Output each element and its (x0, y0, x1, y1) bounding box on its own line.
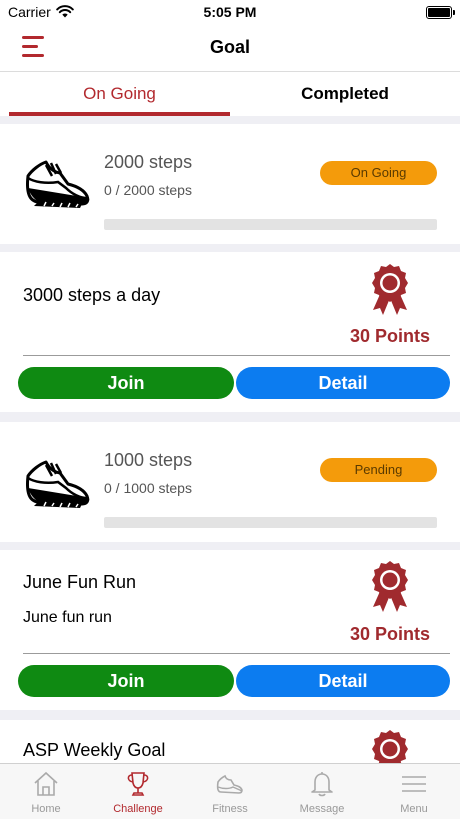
tab-completed[interactable]: Completed (230, 72, 460, 116)
active-tab-indicator (9, 112, 230, 116)
menu-icon (402, 776, 426, 792)
goal-progress-text: 0 / 2000 steps (104, 182, 192, 198)
tab-on-going[interactable]: On Going (9, 72, 230, 116)
challenge-card: 3000 steps a day 30 Points Join Detail (0, 252, 460, 412)
tab-fitness[interactable]: Fitness (184, 764, 276, 819)
tab-challenge[interactable]: Challenge (92, 764, 184, 819)
bottom-tab-bar: Home Challenge Fitness Message Menu (0, 763, 460, 819)
goal-card[interactable]: 2000 steps 0 / 2000 steps On Going (0, 124, 460, 244)
points-label: 30 Points (349, 624, 431, 644)
goal-title: 1000 steps (104, 450, 193, 470)
goal-progress-text: 0 / 1000 steps (104, 480, 192, 496)
award-ribbon-icon (372, 561, 408, 612)
tab-label: Message (299, 803, 345, 815)
page-title: Goal (209, 37, 250, 57)
trophy-icon (127, 772, 149, 796)
divider (23, 355, 450, 356)
challenge-name: ASP Weekly Goal (23, 740, 166, 760)
tab-label: Home (31, 803, 61, 815)
tab-menu[interactable]: Menu (368, 764, 460, 819)
running-shoe-icon (26, 160, 90, 208)
points-label: 30 Points (349, 326, 431, 346)
battery-icon (426, 6, 455, 19)
goal-title: 2000 steps (104, 152, 193, 172)
tab-message[interactable]: Message (276, 764, 368, 819)
status-badge: Pending (320, 458, 437, 482)
tab-label: Menu (400, 803, 428, 815)
shoe-icon (216, 774, 243, 794)
join-button[interactable]: Join (18, 665, 234, 697)
award-ribbon-icon (372, 730, 408, 763)
segment-tabs: On Going Completed (0, 72, 460, 116)
nav-bar: Goal (0, 24, 460, 72)
detail-button[interactable]: Detail (236, 665, 450, 697)
join-button[interactable]: Join (18, 367, 234, 399)
clock: 5:05 PM (203, 4, 257, 20)
challenge-card: ASP Weekly Goal (0, 720, 460, 763)
goal-card[interactable]: 1000 steps 0 / 1000 steps Pending (0, 422, 460, 542)
award-ribbon-icon (372, 264, 408, 315)
tab-home[interactable]: Home (0, 764, 92, 819)
detail-button[interactable]: Detail (236, 367, 450, 399)
tab-label: Challenge (113, 803, 163, 815)
challenge-card: June Fun Run June fun run 30 Points Join… (0, 550, 460, 710)
goal-progress-bar (104, 219, 437, 230)
challenge-name: 3000 steps a day (23, 285, 161, 305)
running-shoe-icon (26, 460, 90, 508)
challenge-name: June Fun Run (23, 572, 137, 592)
challenge-description: June fun run (23, 609, 112, 626)
goal-progress-bar (104, 517, 437, 528)
home-icon (34, 771, 58, 796)
tab-label: Fitness (212, 803, 248, 815)
status-badge: On Going (320, 161, 437, 185)
bell-icon (311, 772, 333, 797)
status-bar: Carrier 5:05 PM (0, 0, 460, 24)
divider (23, 653, 450, 654)
